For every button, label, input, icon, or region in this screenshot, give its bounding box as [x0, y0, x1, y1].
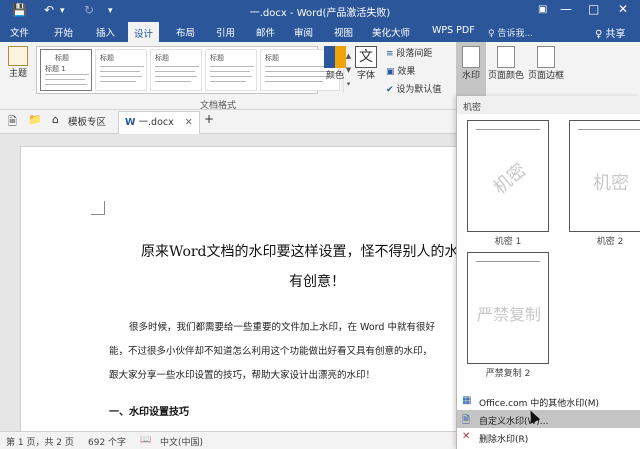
- watermark-gallery-panel: 机密 机密 机密 1 机密 机密 2 严禁复制 严禁复制 2 ▦ Office.…: [456, 96, 640, 449]
- title-bar: 💾 ↶ ▾ ↻ ▾ 一.docx - Word(产品激活失败) ▣ — □ ✕: [0, 0, 640, 22]
- add-tab-button[interactable]: +: [204, 112, 214, 126]
- style-thumb-1[interactable]: 标题 标题 1: [40, 49, 92, 91]
- tab-references[interactable]: 引用: [216, 25, 235, 39]
- tab-layout[interactable]: 布局: [176, 25, 195, 39]
- set-default-button[interactable]: ✔ 设为默认值: [386, 82, 441, 95]
- status-word-count[interactable]: 692 个字: [88, 435, 126, 448]
- remove-watermark-icon: ✕: [462, 431, 471, 442]
- watermark-icon: [462, 46, 480, 68]
- watermark-button[interactable]: 水印: [456, 42, 486, 96]
- check-icon: ✔: [386, 85, 394, 95]
- page-color-icon: [497, 46, 515, 68]
- colors-button[interactable]: 颜色: [322, 46, 348, 81]
- style-thumb-4-label: 标题: [210, 54, 224, 62]
- tab-design[interactable]: 设计: [128, 22, 160, 42]
- word-doc-icon: W: [125, 117, 136, 128]
- fonts-label: 字体: [356, 71, 375, 81]
- paragraph-spacing-icon: ≡: [386, 49, 394, 59]
- close-tab-icon[interactable]: ✕: [185, 117, 193, 128]
- close-button[interactable]: ✕: [618, 2, 628, 16]
- document-canvas[interactable]: 原来Word文档的水印要这样设置，怪不得别人的水印 有创意！ 很多时候，我们都需…: [0, 134, 456, 431]
- style-thumb-3[interactable]: 标题: [150, 49, 202, 91]
- style-thumb-3-label: 标题: [155, 54, 169, 62]
- document-heading-line-2: 有创意！: [289, 274, 345, 290]
- status-bar: 第 1 页，共 2 页 692 个字 📖 中文(中国): [0, 431, 456, 449]
- tell-me-search[interactable]: ♀ 告诉我...: [488, 26, 533, 39]
- effects-button[interactable]: ▣ 效果: [386, 64, 415, 77]
- effects-icon: ▣: [386, 67, 395, 77]
- menu-remove-watermark-label: 删除水印(R): [479, 435, 529, 445]
- watermark-label: 水印: [461, 71, 480, 81]
- menu-remove-watermark[interactable]: ✕ 删除水印(R): [457, 428, 640, 446]
- margin-corner-mark: [91, 201, 105, 215]
- body-line-3: 跟大家分享一些水印设置的技巧，帮助大家设计出漂亮的水印！: [109, 370, 376, 381]
- status-page[interactable]: 第 1 页，共 2 页: [6, 435, 74, 448]
- tab-mailings[interactable]: 邮件: [256, 25, 275, 39]
- ribbon-display-options-icon[interactable]: ▣: [538, 4, 547, 15]
- tab-file[interactable]: 文件: [10, 25, 29, 39]
- watermark-item-confidential-2[interactable]: 机密: [569, 120, 640, 232]
- tab-review[interactable]: 审阅: [294, 25, 313, 39]
- fonts-button[interactable]: 文 字体: [354, 46, 378, 81]
- style-thumb-5-label: 标题: [265, 54, 279, 62]
- document-page[interactable]: 原来Word文档的水印要这样设置，怪不得别人的水印 有创意！ 很多时候，我们都需…: [20, 146, 456, 431]
- style-thumb-2[interactable]: 标题: [95, 49, 147, 91]
- effects-label: 效果: [397, 67, 416, 77]
- colors-icon: [324, 46, 346, 68]
- tab-template-zone[interactable]: 模板专区: [68, 114, 106, 128]
- watermark-caption: 严禁复制 2: [485, 369, 531, 379]
- colors-label: 颜色: [325, 71, 344, 81]
- menu-more-watermarks[interactable]: ▦ Office.com 中的其他水印(M): [457, 392, 640, 410]
- body-line-2: 能，不过很多小伙伴却不知道怎么利用这个功能做出好看又具有创意的水印，: [109, 346, 433, 357]
- page-borders-label: 页面边框: [527, 71, 564, 81]
- watermark-item-confidential-1[interactable]: 机密: [467, 120, 549, 232]
- menu-custom-watermark[interactable]: 🗎 自定义水印(W)...: [457, 410, 640, 428]
- paragraph-spacing-label: 段落间距: [396, 49, 433, 59]
- document-tabs: 🗎 📁 ⌂ 模板专区 W 一.docx ✕ +: [0, 110, 456, 134]
- menu-more-watermarks-label: Office.com 中的其他水印(M): [479, 399, 600, 409]
- set-default-label: 设为默认值: [396, 85, 442, 95]
- style-thumb-2-label: 标题: [100, 54, 114, 62]
- document-tab-label: 一.docx: [138, 117, 174, 128]
- page-color-button[interactable]: 页面颜色: [488, 46, 524, 81]
- share-button[interactable]: ♀ 共享: [595, 25, 626, 40]
- page-color-label: 页面颜色: [488, 71, 525, 81]
- office-icon: ▦: [462, 395, 472, 406]
- tab-view[interactable]: 视图: [334, 25, 353, 39]
- fonts-icon: 文: [355, 46, 377, 68]
- watermark-preview-text: 严禁复制: [476, 305, 541, 324]
- themes-label: 主题: [8, 69, 27, 79]
- watermark-preview-text: 机密: [593, 173, 629, 194]
- watermark-section-header: 机密: [457, 96, 640, 114]
- maximize-button[interactable]: □: [588, 2, 599, 16]
- watermark-caption: 机密 1: [494, 237, 522, 247]
- tab-insert[interactable]: 插入: [96, 25, 115, 39]
- style-thumb-1-label: 标题: [55, 54, 69, 62]
- body-line-1: 很多时候，我们都需要给一些重要的文件加上水印，在 Word 中就有很好: [129, 322, 435, 333]
- watermark-caption: 机密 2: [596, 237, 624, 247]
- page-borders-icon: [537, 46, 555, 68]
- tab-meituxiu[interactable]: 美化大师: [372, 25, 410, 39]
- folder-icon[interactable]: 📁: [28, 113, 42, 126]
- minimize-button[interactable]: —: [560, 2, 572, 16]
- themes-button[interactable]: 主题: [4, 46, 32, 79]
- style-set-gallery[interactable]: 标题 标题 1 标题 标题 标题 标题 ▲ ▼ ▾: [36, 46, 351, 94]
- status-language[interactable]: 中文(中国): [160, 435, 203, 448]
- watermark-item-no-copy-2[interactable]: 严禁复制: [467, 252, 549, 364]
- tab-wps-pdf[interactable]: WPS PDF: [432, 25, 475, 36]
- themes-icon: [8, 46, 28, 66]
- page-borders-button[interactable]: 页面边框: [526, 46, 566, 81]
- style-thumb-1-subheading: 标题 1: [45, 65, 66, 73]
- document-heading-line-1: 原来Word文档的水印要这样设置，怪不得别人的水印: [141, 244, 456, 260]
- home-icon[interactable]: ⌂: [52, 113, 59, 126]
- paragraph-spacing-button[interactable]: ≡ 段落间距: [386, 46, 432, 59]
- style-thumb-4[interactable]: 标题: [205, 49, 257, 91]
- section-heading: 一、水印设置技巧: [109, 407, 189, 418]
- tab-home[interactable]: 开始: [54, 25, 73, 39]
- proofing-icon[interactable]: 📖: [140, 435, 151, 445]
- tab-document[interactable]: W 一.docx ✕: [118, 111, 200, 134]
- ribbon-tabs: 文件 开始 插入 设计 布局 引用 邮件 审阅 视图 美化大师 WPS PDF …: [0, 22, 640, 42]
- watermark-preview-text: 机密: [489, 159, 531, 199]
- new-doc-icon[interactable]: 🗎: [8, 113, 17, 132]
